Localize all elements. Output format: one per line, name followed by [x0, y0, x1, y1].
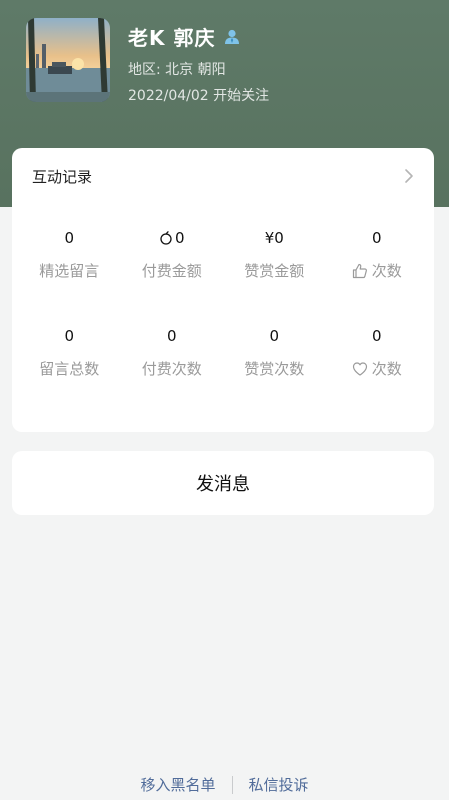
footer-links: 移入黑名单 私信投诉 — [0, 774, 449, 795]
stat-value: 0 — [174, 229, 185, 247]
stat-reward-amount: ¥0 赞赏金额 — [223, 204, 326, 302]
person-badge-icon — [223, 28, 241, 46]
stat-label: 次数 — [371, 262, 402, 280]
stat-label: 付费次数 — [141, 360, 202, 378]
chevron-right-icon — [404, 168, 414, 184]
stat-value: ¥0 — [264, 229, 284, 247]
stat-value: 0 — [269, 327, 280, 345]
profile-header: 老K 郭庆 地区: 北京 朝阳 2022/04/02 开始关注 — [26, 18, 269, 105]
stat-featured-comments: 0 精选留言 — [18, 204, 121, 302]
stat-label: 次数 — [371, 360, 402, 378]
stat-value: 0 — [64, 229, 75, 247]
region-text: 地区: 北京 朝阳 — [128, 62, 226, 78]
stat-reward-count: 0 赞赏次数 — [223, 302, 326, 400]
stats-grid: 0 精选留言 0 付费金额 ¥0 赞赏金额 0 次数 0 留言总数 0 付费次数… — [12, 204, 434, 400]
stat-label: 精选留言 — [39, 262, 100, 280]
stat-paid-amount: 0 付费金额 — [121, 204, 224, 302]
stat-label: 留言总数 — [39, 360, 100, 378]
stat-value: 0 — [371, 327, 382, 345]
thumbs-up-icon — [352, 263, 368, 279]
stat-label: 付费金额 — [141, 262, 202, 280]
stat-value: 0 — [64, 327, 75, 345]
report-link[interactable]: 私信投诉 — [249, 774, 309, 795]
coin-icon — [159, 231, 173, 245]
stat-label: 赞赏金额 — [244, 262, 305, 280]
follow-date-text: 2022/04/02 开始关注 — [128, 88, 270, 104]
stat-value: 0 — [371, 229, 382, 247]
profile-name: 老K 郭庆 — [128, 26, 216, 50]
interaction-header[interactable]: 互动记录 — [12, 148, 434, 204]
stat-total-comments: 0 留言总数 — [18, 302, 121, 400]
send-message-label: 发消息 — [196, 474, 250, 495]
heart-icon — [352, 361, 368, 377]
stat-heart-count: 0 次数 — [326, 302, 429, 400]
stat-label: 赞赏次数 — [244, 360, 305, 378]
stat-like-count: 0 次数 — [326, 204, 429, 302]
blacklist-link[interactable]: 移入黑名单 — [140, 774, 215, 795]
stat-paid-count: 0 付费次数 — [121, 302, 224, 400]
send-message-button[interactable]: 发消息 — [12, 451, 434, 515]
interaction-card: 互动记录 0 精选留言 0 付费金额 ¥0 赞赏金额 0 次数 0 留言总数 0… — [12, 148, 434, 432]
interaction-title: 互动记录 — [32, 167, 93, 186]
stat-value: 0 — [166, 327, 177, 345]
footer-divider — [231, 775, 233, 794]
avatar[interactable] — [26, 18, 110, 102]
